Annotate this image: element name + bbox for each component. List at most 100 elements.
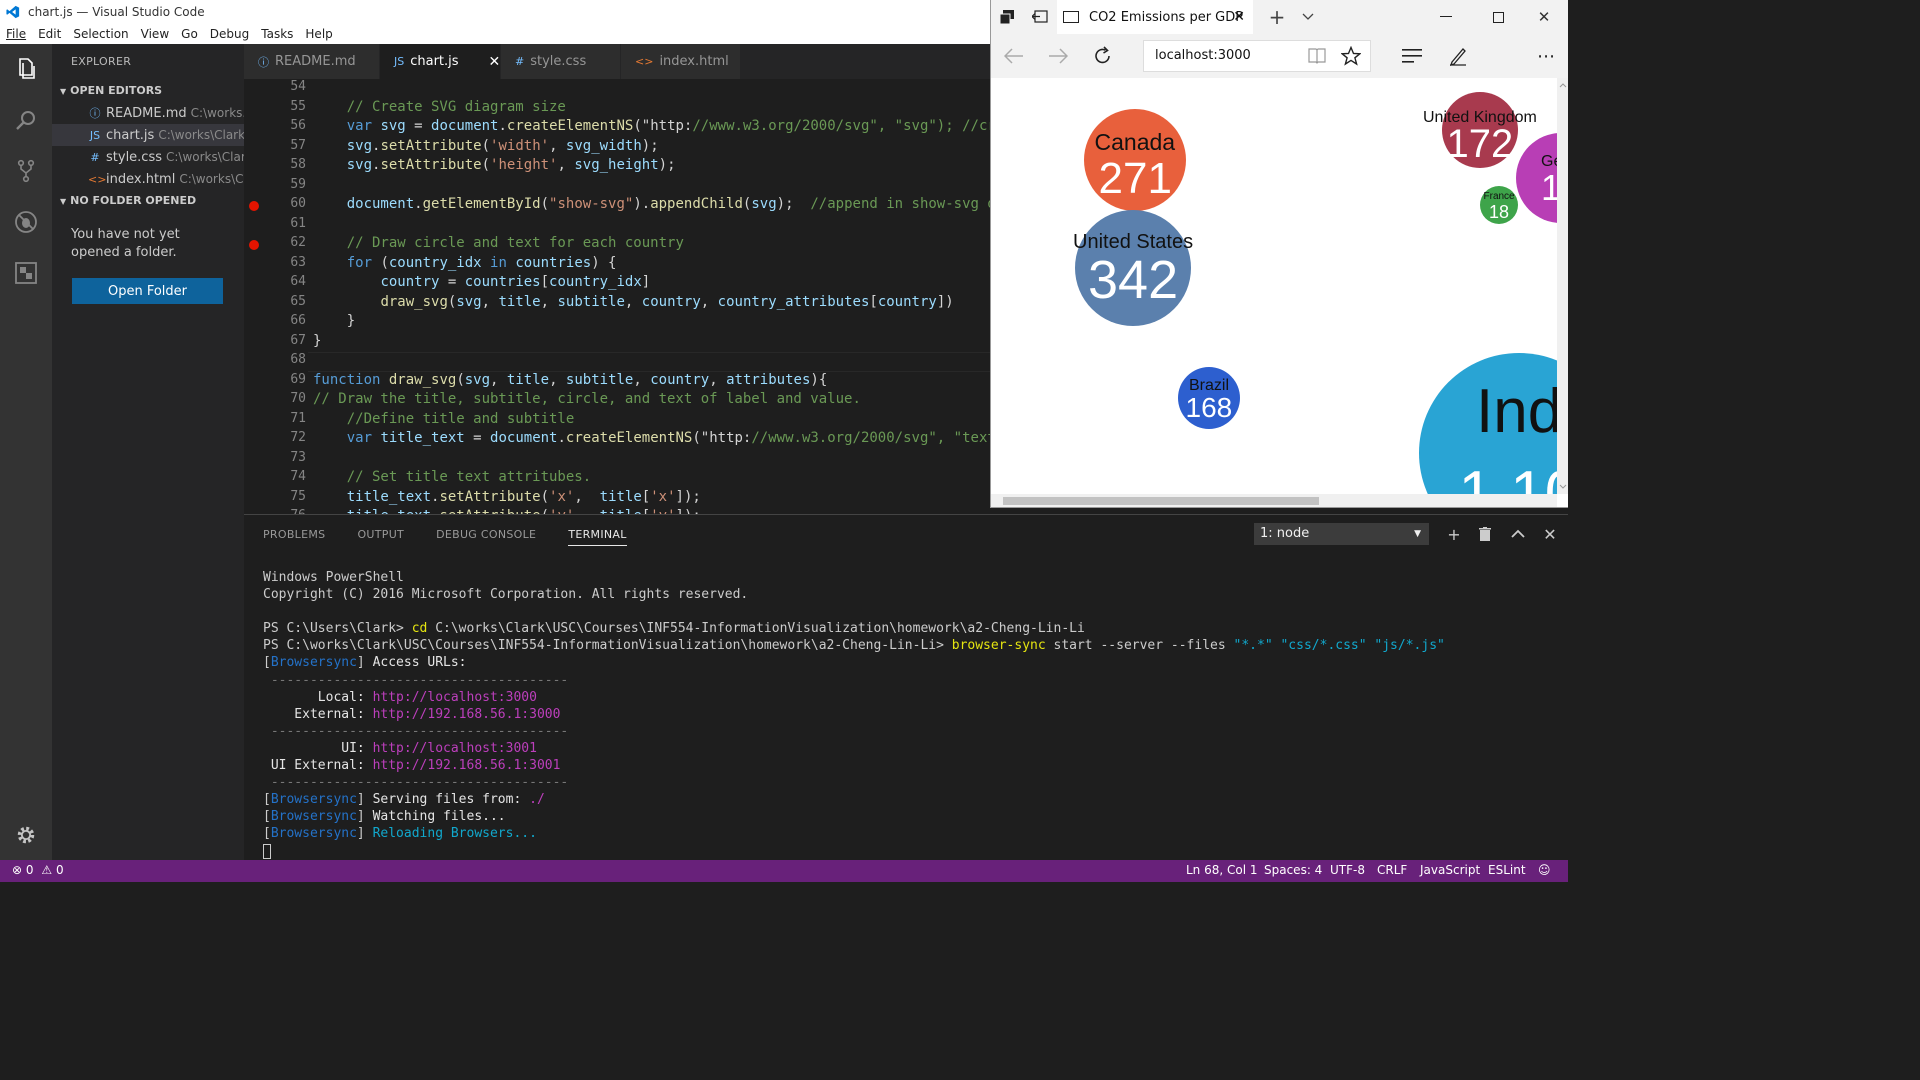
debug-icon[interactable] bbox=[12, 208, 40, 236]
line-number: 59 bbox=[290, 176, 306, 192]
close-window-icon[interactable]: ✕ bbox=[1535, 8, 1553, 26]
menu-tasks[interactable]: Tasks bbox=[261, 27, 293, 41]
terminal-select[interactable]: 1: node ▼ bbox=[1254, 523, 1429, 545]
menu-selection[interactable]: Selection bbox=[73, 27, 128, 41]
indentation[interactable]: Spaces: 4 bbox=[1264, 863, 1322, 877]
code-line[interactable]: 62 // Draw circle and text for each coun… bbox=[244, 235, 990, 255]
code-line[interactable]: 73 bbox=[244, 450, 990, 470]
no-folder-header[interactable]: ▼ NO FOLDER OPENED bbox=[52, 190, 244, 212]
tab-manager-icon[interactable] bbox=[999, 9, 1015, 25]
code-line[interactable]: 59 bbox=[244, 177, 990, 197]
code-line[interactable]: 56 var svg = document.createElementNS("h… bbox=[244, 118, 990, 138]
menu-debug[interactable]: Debug bbox=[210, 27, 249, 41]
close-panel-icon[interactable]: ✕ bbox=[1539, 523, 1561, 545]
explorer-icon[interactable] bbox=[12, 55, 40, 83]
language-mode[interactable]: JavaScript bbox=[1420, 863, 1480, 877]
line-ending[interactable]: CRLF bbox=[1377, 863, 1407, 877]
hub-icon[interactable] bbox=[1401, 47, 1423, 65]
line-number: 65 bbox=[290, 293, 306, 309]
search-icon[interactable] bbox=[12, 106, 40, 134]
code-line[interactable]: 72 var title_text = document.createEleme… bbox=[244, 430, 990, 450]
code-line[interactable]: 70 // Draw the title, subtitle, circle, a… bbox=[244, 391, 990, 411]
refresh-icon[interactable] bbox=[1092, 45, 1114, 67]
line-number: 69 bbox=[290, 371, 306, 387]
chevron-down-icon[interactable] bbox=[1299, 8, 1317, 26]
line-number: 57 bbox=[290, 137, 306, 153]
code-text: svg.setAttribute('height', svg_height); bbox=[346, 157, 676, 173]
open-editor-stylecss[interactable]: #style.cssC:\works\Clar... bbox=[52, 146, 244, 168]
eslint-status[interactable]: ESLint bbox=[1488, 863, 1526, 877]
menu-edit[interactable]: Edit bbox=[38, 27, 61, 41]
browser-tab[interactable]: CO2 Emissions per GDP ✕ bbox=[1057, 0, 1253, 34]
open-folder-button[interactable]: Open Folder bbox=[72, 278, 223, 304]
code-line[interactable]: 71 //Define title and subtitle bbox=[244, 411, 990, 431]
set-tabs-aside-icon[interactable] bbox=[1031, 9, 1049, 25]
tab-problems[interactable]: PROBLEMS bbox=[263, 528, 325, 541]
code-line[interactable]: 57 svg.setAttribute('width', svg_width); bbox=[244, 138, 990, 158]
tab-output[interactable]: OUTPUT bbox=[357, 528, 404, 541]
forward-arrow-icon[interactable] bbox=[1047, 46, 1069, 66]
maximize-panel-chevron-up-icon[interactable] bbox=[1507, 523, 1529, 545]
tab-terminal[interactable]: TERMINAL bbox=[568, 523, 627, 546]
settings-gear-icon[interactable] bbox=[12, 821, 40, 849]
new-tab-plus-icon[interactable]: + bbox=[1267, 5, 1287, 29]
open-editor-readme[interactable]: ⓘREADME.mdC:\works... bbox=[52, 102, 245, 124]
menu-help[interactable]: Help bbox=[305, 27, 332, 41]
code-line[interactable]: 55 // Create SVG diagram size bbox=[244, 99, 990, 119]
address-bar[interactable]: localhost:3000 bbox=[1143, 40, 1371, 72]
open-editors-header[interactable]: ▼ OPEN EDITORS bbox=[52, 80, 244, 102]
code-line[interactable]: 69 function draw_svg(svg, title, subtitle… bbox=[244, 372, 990, 392]
horizontal-scrollbar[interactable] bbox=[991, 494, 1557, 507]
code-line[interactable]: 67} bbox=[244, 333, 990, 353]
close-tab-icon[interactable]: ✕ bbox=[1233, 9, 1245, 25]
back-arrow-icon[interactable] bbox=[1003, 46, 1025, 66]
menu-view[interactable]: View bbox=[141, 27, 169, 41]
open-editor-indexhtml[interactable]: <>index.htmlC:\works\C... bbox=[52, 168, 244, 190]
menu-go[interactable]: Go bbox=[181, 27, 198, 41]
code-line[interactable]: 75 title_text.setAttribute('x', title['x… bbox=[244, 489, 990, 509]
tab-debug-console[interactable]: DEBUG CONSOLE bbox=[436, 528, 536, 541]
terminal-output[interactable]: Windows PowerShell Copyright (C) 2016 Mi… bbox=[263, 569, 1445, 860]
tab-stylecss[interactable]: # style.css bbox=[501, 44, 621, 79]
source-control-icon[interactable] bbox=[12, 157, 40, 185]
vscode-logo-icon bbox=[6, 5, 20, 19]
minimize-icon[interactable] bbox=[1437, 8, 1455, 26]
code-line[interactable]: 60 document.getElementById("show-svg").a… bbox=[244, 196, 990, 216]
close-tab-icon[interactable]: ✕ bbox=[489, 54, 501, 70]
open-editor-chartjs[interactable]: JSchart.jsC:\works\Clark... bbox=[52, 124, 244, 146]
problems-indicator[interactable]: ⊗ 0 ⚠ 0 bbox=[12, 863, 64, 877]
code-line[interactable]: 63 for (country_idx in countries) { bbox=[244, 255, 990, 275]
code-line[interactable]: 58 svg.setAttribute('height', svg_height… bbox=[244, 157, 990, 177]
vscode-titlebar: chart.js — Visual Studio Code bbox=[0, 0, 990, 24]
code-line[interactable]: 54 bbox=[244, 79, 990, 99]
code-line[interactable]: 64 country = countries[country_idx] bbox=[244, 274, 990, 294]
cursor-position[interactable]: Ln 68, Col 1 bbox=[1186, 863, 1258, 877]
code-editor[interactable]: 54 55 // Create SVG diagram size 56 var sv… bbox=[244, 79, 990, 514]
code-line[interactable]: 74 // Set title text attritubes. bbox=[244, 469, 990, 489]
tab-readme[interactable]: ⓘ README.md bbox=[244, 44, 380, 79]
tab-indexhtml[interactable]: <> index.html bbox=[621, 44, 741, 79]
extensions-icon[interactable] bbox=[12, 259, 40, 287]
code-line[interactable]: 61 bbox=[244, 216, 990, 236]
info-icon: ⓘ bbox=[89, 107, 101, 120]
code-line[interactable]: 68 bbox=[244, 352, 990, 372]
feedback-smiley-icon[interactable]: ☺ bbox=[1538, 863, 1551, 877]
maximize-icon[interactable] bbox=[1489, 8, 1507, 26]
more-ellipsis-icon[interactable]: ⋯ bbox=[1535, 46, 1557, 67]
menu-file[interactable]: File bbox=[6, 27, 26, 41]
encoding[interactable]: UTF-8 bbox=[1330, 863, 1365, 877]
js-icon: JS bbox=[89, 129, 101, 142]
tab-chartjs[interactable]: JS chart.js ✕ bbox=[380, 44, 501, 79]
web-note-pen-icon[interactable] bbox=[1447, 45, 1469, 67]
code-text: draw_svg(svg, title, subtitle, country, … bbox=[380, 293, 954, 310]
breakpoint-icon[interactable] bbox=[249, 240, 259, 250]
favorite-star-icon[interactable] bbox=[1340, 46, 1362, 66]
code-line[interactable]: 65 draw_svg(svg, title, subtitle, countr… bbox=[244, 294, 990, 314]
horizontal-scroll-thumb[interactable] bbox=[1003, 497, 1319, 505]
kill-terminal-trash-icon[interactable] bbox=[1474, 523, 1496, 545]
breakpoint-icon[interactable] bbox=[249, 201, 259, 211]
code-line[interactable]: 66 } bbox=[244, 313, 990, 333]
reading-view-icon[interactable] bbox=[1307, 47, 1327, 65]
new-terminal-plus-icon[interactable]: + bbox=[1443, 523, 1465, 545]
vertical-scrollbar[interactable] bbox=[1557, 78, 1568, 494]
